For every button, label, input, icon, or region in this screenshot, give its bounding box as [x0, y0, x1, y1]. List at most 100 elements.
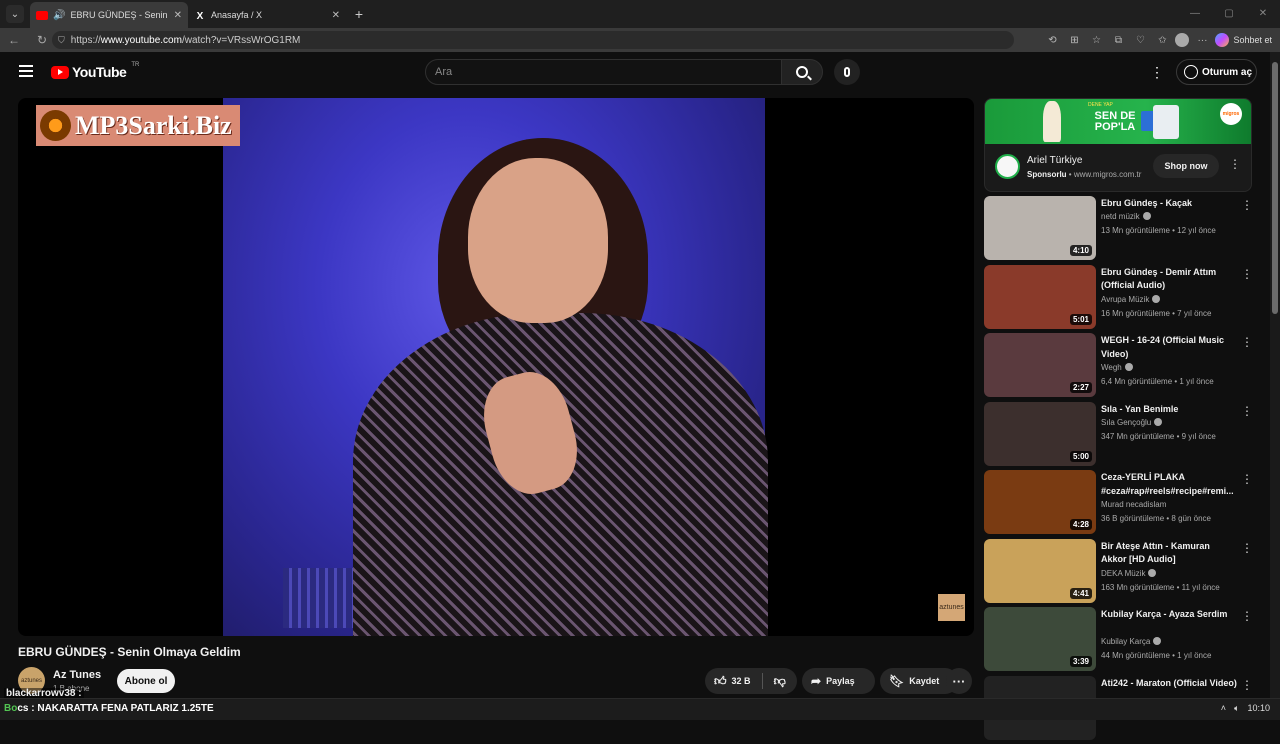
more-menu-icon[interactable]: ··· [1193, 35, 1211, 46]
sponsored-label: Sponsorlu [1027, 170, 1067, 179]
video-thumbnail[interactable]: 2:27 [984, 333, 1096, 397]
recommendation-more-icon[interactable]: ⋮ [1241, 404, 1253, 418]
recommendation-item[interactable]: 3:39 Kubilay Karça - Ayaza Serdim Kubilay … [984, 607, 1260, 676]
voice-search-button[interactable] [834, 59, 860, 85]
recommendation-title[interactable]: Ati242 - Maraton (Official Video) [1101, 677, 1237, 691]
headphones-disc-icon [40, 110, 71, 141]
signin-button[interactable]: Oturum aç [1176, 59, 1257, 85]
advertiser-name[interactable]: Ariel Türkiye [1027, 155, 1082, 166]
recommendation-more-icon[interactable]: ⋮ [1241, 198, 1253, 212]
address-toolbar: ← ↻ ⛉ https://www.youtube.com/watch?v=VR… [0, 28, 1280, 52]
browser-essentials-icon[interactable]: ♡ [1131, 35, 1149, 46]
like-icon[interactable]: 👍︎ [714, 675, 727, 687]
shop-now-button[interactable]: Shop now [1153, 154, 1219, 178]
channel-label: Murad necadislam [1101, 500, 1166, 509]
video-thumbnail[interactable]: 5:00 [984, 402, 1096, 466]
verified-icon [1152, 295, 1160, 303]
tab-actions-menu[interactable]: ⌄ [6, 5, 24, 23]
address-bar[interactable]: ⛉ https://www.youtube.com/watch?v=VRssWr… [52, 31, 1014, 49]
maximize-icon[interactable]: ▢ [1212, 0, 1246, 28]
ad-card[interactable]: DENE YAP SEN DE POP'LA migros Ariel Türk… [984, 98, 1252, 192]
ticker-prefix: Bo [4, 703, 17, 714]
ad-more-icon[interactable]: ⋮ [1229, 157, 1241, 171]
search-input[interactable]: Ara [425, 59, 782, 85]
recommendation-title[interactable]: Sıla - Yan Benimle [1101, 403, 1237, 417]
recommendation-channel[interactable]: Wegh [1101, 363, 1133, 372]
close-window-icon[interactable]: ✕ [1246, 0, 1280, 28]
ticker-text: cs : NAKARATTA FENA PATLARIZ 1.25TE [17, 703, 213, 714]
menu-icon[interactable] [19, 65, 33, 77]
recommendation-more-icon[interactable]: ⋮ [1241, 678, 1253, 692]
minimize-icon[interactable]: — [1178, 0, 1212, 28]
recommendation-title[interactable]: Kubilay Karça - Ayaza Serdim [1101, 608, 1237, 622]
copilot-button[interactable]: Sohbet et [1215, 33, 1272, 47]
share-button[interactable]: ➦ Paylaş [802, 668, 875, 694]
profile-avatar[interactable] [1175, 33, 1189, 47]
channel-watermark[interactable]: aztunes [938, 594, 965, 621]
recommendation-channel[interactable]: Avrupa Müzik [1101, 295, 1160, 304]
recommendation-more-icon[interactable]: ⋮ [1241, 335, 1253, 349]
subscribe-button[interactable]: Abone ol [117, 669, 175, 693]
extensions-icon[interactable]: ⧉ [1109, 35, 1127, 46]
new-tab-button[interactable]: + [346, 6, 372, 22]
recommendation-item[interactable]: 5:01Ebru Gündeş - Demir Attım (Official … [984, 265, 1260, 334]
recommendation-item[interactable]: 4:28Ceza-YERLİ PLAKA #ceza#rap#reels#rec… [984, 470, 1260, 539]
recommendation-title[interactable]: Bir Ateşe Attın - Kamuran Akkor [HD Audi… [1101, 540, 1237, 567]
translate-icon[interactable]: ⟲ [1043, 35, 1061, 46]
recommendation-title[interactable]: Ebru Gündeş - Kaçak [1101, 197, 1237, 211]
close-tab-icon[interactable]: ✕ [332, 10, 340, 21]
settings-menu-icon[interactable]: ⋮ [1150, 64, 1164, 80]
recommendation-more-icon[interactable]: ⋮ [1241, 541, 1253, 555]
recommendation-channel[interactable]: netd müzik [1101, 212, 1151, 221]
search-button[interactable] [781, 59, 823, 85]
youtube-logo[interactable]: YouTube TR [51, 64, 139, 80]
tab-youtube[interactable]: 🔊 EBRU GÜNDEŞ - Senin Olmaya ✕ [30, 2, 188, 28]
tray-chevron-icon[interactable]: ˄ [1221, 703, 1226, 714]
tab-x[interactable]: X Anasayfa / X ✕ [188, 2, 346, 28]
video-thumbnail[interactable]: 5:01 [984, 265, 1096, 329]
recommendation-item[interactable]: 5:00 Sıla - Yan BenimleSıla Gençoğlu 347 M… [984, 402, 1260, 471]
close-tab-icon[interactable]: ✕ [174, 10, 182, 21]
recommendation-more-icon[interactable]: ⋮ [1241, 267, 1253, 281]
recommendation-item[interactable]: 4:41Bir Ateşe Attın - Kamuran Akkor [HD … [984, 539, 1260, 608]
volume-icon[interactable]: 🔈︎ [1234, 703, 1239, 714]
recommendation-channel[interactable]: Murad necadislam [1101, 500, 1166, 509]
recommendation-title[interactable]: Ebru Gündeş - Demir Attım (Official Audi… [1101, 266, 1237, 293]
video-thumbnail[interactable]: 4:10 [984, 196, 1096, 260]
video-thumbnail[interactable]: 3:39 [984, 607, 1096, 671]
video-thumbnail[interactable]: 4:28 [984, 470, 1096, 534]
recommendation-title[interactable]: Ceza-YERLİ PLAKA #ceza#rap#reels#recipe#… [1101, 471, 1237, 498]
back-arrow-icon[interactable]: ← [0, 33, 28, 47]
site-info-icon[interactable]: ⛉ [58, 35, 65, 46]
recommendation-channel[interactable]: Kubilay Karça [1101, 637, 1161, 646]
ad-banner[interactable]: DENE YAP SEN DE POP'LA migros [985, 99, 1252, 144]
verified-icon [1148, 569, 1156, 577]
channel-label: DEKA Müzik [1101, 569, 1145, 578]
scrollbar-thumb[interactable] [1272, 62, 1278, 314]
recommendation-meta: 347 Mn görüntüleme • 9 yıl önce [1101, 432, 1216, 441]
recommendation-more-icon[interactable]: ⋮ [1241, 472, 1253, 486]
like-count[interactable]: 32 B [732, 676, 751, 686]
more-actions-button[interactable]: ··· [946, 668, 972, 694]
collections-icon[interactable]: ✩ [1153, 35, 1171, 46]
watermark-text: MP3Sarki.Biz [75, 111, 232, 141]
recommendation-channel[interactable]: Sıla Gençoğlu [1101, 418, 1162, 427]
watermark-logo: MP3Sarki.Biz [36, 105, 240, 146]
recommendation-title[interactable]: WEGH - 16-24 (Official Music Video) [1101, 334, 1237, 361]
channel-name[interactable]: Az Tunes [53, 669, 101, 681]
recommendation-more-icon[interactable]: ⋮ [1241, 609, 1253, 623]
recommendation-item[interactable]: 2:27WEGH - 16-24 (Official Music Video) W… [984, 333, 1260, 402]
recommendation-item[interactable]: 4:10Ebru Gündeş - Kaçaknetd müzik13 Mn g… [984, 196, 1260, 265]
window-controls: — ▢ ✕ [1178, 0, 1280, 28]
advertiser-avatar[interactable] [995, 154, 1020, 179]
reader-icon[interactable]: ⊞ [1065, 35, 1083, 46]
dislike-icon[interactable]: 👎︎ [774, 675, 786, 687]
washing-machine-shape [1153, 105, 1179, 139]
video-thumbnail[interactable]: 4:41 [984, 539, 1096, 603]
recommendation-channel[interactable]: DEKA Müzik [1101, 569, 1156, 578]
video-player[interactable]: MP3Sarki.Biz aztunes [18, 98, 974, 636]
speaker-icon[interactable]: 🔊 [53, 10, 65, 21]
page-scrollbar[interactable] [1270, 52, 1280, 698]
favorite-star-icon[interactable]: ☆ [1087, 35, 1105, 46]
channel-label: Kubilay Karça [1101, 637, 1150, 646]
